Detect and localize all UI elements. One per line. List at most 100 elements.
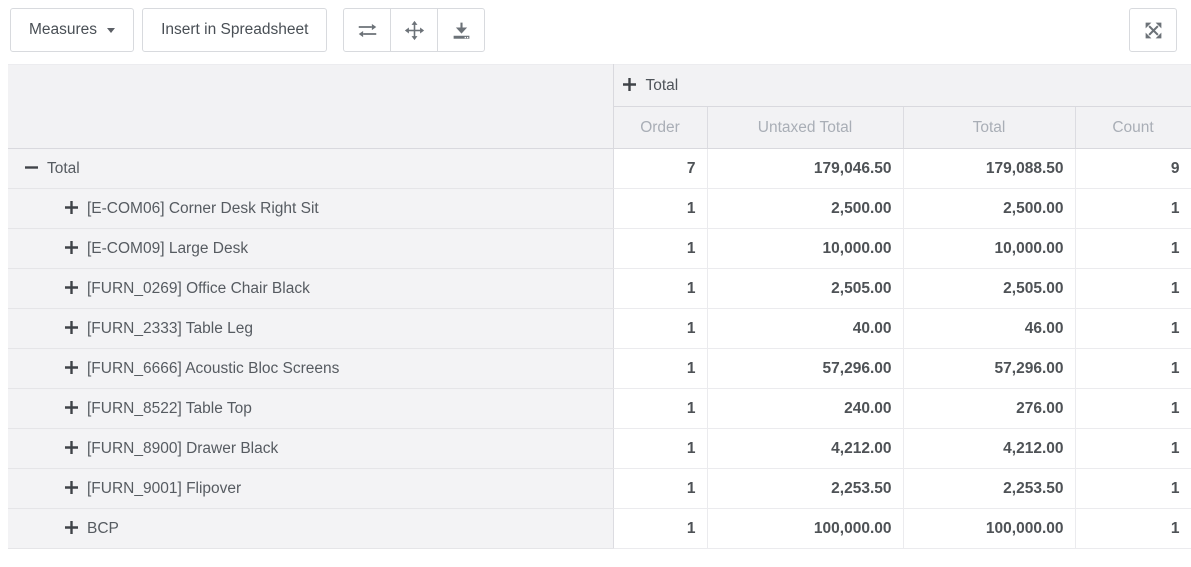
download-icon (451, 20, 472, 41)
row-label: [FURN_0269] Office Chair Black (87, 280, 310, 297)
cell-order: 1 (613, 189, 707, 229)
plus-icon (65, 281, 78, 294)
cell-untaxed-total: 57,296.00 (707, 349, 903, 389)
plus-icon (65, 241, 78, 254)
minus-icon (25, 161, 38, 174)
cell-order: 1 (613, 389, 707, 429)
cell-order: 1 (613, 429, 707, 469)
cell-total: 276.00 (903, 389, 1075, 429)
column-header-untaxed-total[interactable]: Untaxed Total (707, 107, 903, 149)
plus-icon (65, 441, 78, 454)
insert-in-spreadsheet-label: Insert in Spreadsheet (161, 21, 308, 39)
column-header-total[interactable]: Total (903, 107, 1075, 149)
measures-button[interactable]: Measures (10, 8, 134, 52)
row-header-product[interactable]: [FURN_2333] Table Leg (8, 309, 613, 349)
cell-order: 1 (613, 349, 707, 389)
row-label: [E-COM09] Large Desk (87, 240, 248, 257)
cell-untaxed-total: 2,500.00 (707, 189, 903, 229)
pivot-row: [FURN_0269] Office Chair Black 1 2,505.0… (8, 269, 1191, 309)
row-label: [FURN_2333] Table Leg (87, 320, 253, 337)
corner-cell (8, 65, 613, 149)
cell-untaxed-total: 4,212.00 (707, 429, 903, 469)
row-header-product[interactable]: [E-COM06] Corner Desk Right Sit (8, 189, 613, 229)
row-header-product[interactable]: [FURN_9001] Flipover (8, 469, 613, 509)
cell-total: 2,500.00 (903, 189, 1075, 229)
plus-icon (65, 361, 78, 374)
column-header-count[interactable]: Count (1075, 107, 1191, 149)
row-label: [E-COM06] Corner Desk Right Sit (87, 200, 319, 217)
expand-arrows-icon (1143, 20, 1164, 41)
cell-count: 1 (1075, 309, 1191, 349)
pivot-row: [FURN_8522] Table Top 1 240.00 276.00 1 (8, 389, 1191, 429)
column-group-label: Total (646, 77, 679, 94)
row-header-product[interactable]: [FURN_0269] Office Chair Black (8, 269, 613, 309)
cell-count: 1 (1075, 389, 1191, 429)
cell-count: 1 (1075, 269, 1191, 309)
cell-total: 2,505.00 (903, 269, 1075, 309)
cell-order: 1 (613, 229, 707, 269)
plus-icon (65, 321, 78, 334)
pivot-row: Total 7 179,046.50 179,088.50 9 (8, 149, 1191, 189)
cell-count: 1 (1075, 349, 1191, 389)
row-label: [FURN_8900] Drawer Black (87, 440, 278, 457)
column-group-header-total[interactable]: Total (613, 65, 1191, 107)
pivot-toolbar: Measures Insert in Spreadsheet (0, 0, 1191, 60)
cell-untaxed-total: 240.00 (707, 389, 903, 429)
plus-icon (65, 521, 78, 534)
cell-order: 1 (613, 269, 707, 309)
cell-order: 1 (613, 309, 707, 349)
row-header-product[interactable]: [FURN_8522] Table Top (8, 389, 613, 429)
pivot-table: Total Order Untaxed Total Total Count To… (8, 64, 1191, 549)
cell-count: 9 (1075, 149, 1191, 189)
pivot-row: [FURN_6666] Acoustic Bloc Screens 1 57,2… (8, 349, 1191, 389)
cell-order: 1 (613, 509, 707, 549)
cell-untaxed-total: 10,000.00 (707, 229, 903, 269)
column-group-row: Total (8, 65, 1191, 107)
cell-untaxed-total: 2,505.00 (707, 269, 903, 309)
cell-total: 57,296.00 (903, 349, 1075, 389)
row-header-product[interactable]: [FURN_8900] Drawer Black (8, 429, 613, 469)
cell-total: 179,088.50 (903, 149, 1075, 189)
cell-count: 1 (1075, 429, 1191, 469)
pivot-row: [FURN_9001] Flipover 1 2,253.50 2,253.50… (8, 469, 1191, 509)
cell-total: 2,253.50 (903, 469, 1075, 509)
row-header-product[interactable]: [FURN_6666] Acoustic Bloc Screens (8, 349, 613, 389)
row-label: [FURN_8522] Table Top (87, 400, 252, 417)
pivot-action-group (343, 8, 485, 52)
flip-axes-button[interactable] (343, 8, 391, 52)
plus-icon (623, 78, 636, 91)
row-header-total[interactable]: Total (8, 149, 613, 189)
pivot-row: [FURN_2333] Table Leg 1 40.00 46.00 1 (8, 309, 1191, 349)
row-label: [FURN_6666] Acoustic Bloc Screens (87, 360, 339, 377)
pivot-row: [E-COM06] Corner Desk Right Sit 1 2,500.… (8, 189, 1191, 229)
row-label: [FURN_9001] Flipover (87, 480, 241, 497)
fullscreen-button[interactable] (1129, 8, 1177, 52)
caret-down-icon (107, 28, 115, 33)
cell-total: 10,000.00 (903, 229, 1075, 269)
cell-total: 46.00 (903, 309, 1075, 349)
arrows-move-icon (404, 20, 425, 41)
measures-button-label: Measures (29, 21, 97, 39)
row-header-product[interactable]: BCP (8, 509, 613, 549)
cell-order: 7 (613, 149, 707, 189)
cell-total: 100,000.00 (903, 509, 1075, 549)
plus-icon (65, 481, 78, 494)
pivot-row: [E-COM09] Large Desk 1 10,000.00 10,000.… (8, 229, 1191, 269)
cell-untaxed-total: 100,000.00 (707, 509, 903, 549)
expand-all-button[interactable] (390, 8, 438, 52)
row-header-product[interactable]: [E-COM09] Large Desk (8, 229, 613, 269)
cell-untaxed-total: 2,253.50 (707, 469, 903, 509)
download-button[interactable] (437, 8, 485, 52)
insert-in-spreadsheet-button[interactable]: Insert in Spreadsheet (142, 8, 327, 52)
pivot-table-container: Total Order Untaxed Total Total Count To… (8, 64, 1191, 549)
row-label: Total (47, 160, 80, 177)
cell-total: 4,212.00 (903, 429, 1075, 469)
cell-count: 1 (1075, 229, 1191, 269)
column-header-order[interactable]: Order (613, 107, 707, 149)
plus-icon (65, 201, 78, 214)
cell-untaxed-total: 179,046.50 (707, 149, 903, 189)
pivot-row: [FURN_8900] Drawer Black 1 4,212.00 4,21… (8, 429, 1191, 469)
cell-count: 1 (1075, 469, 1191, 509)
cell-order: 1 (613, 469, 707, 509)
cell-count: 1 (1075, 509, 1191, 549)
